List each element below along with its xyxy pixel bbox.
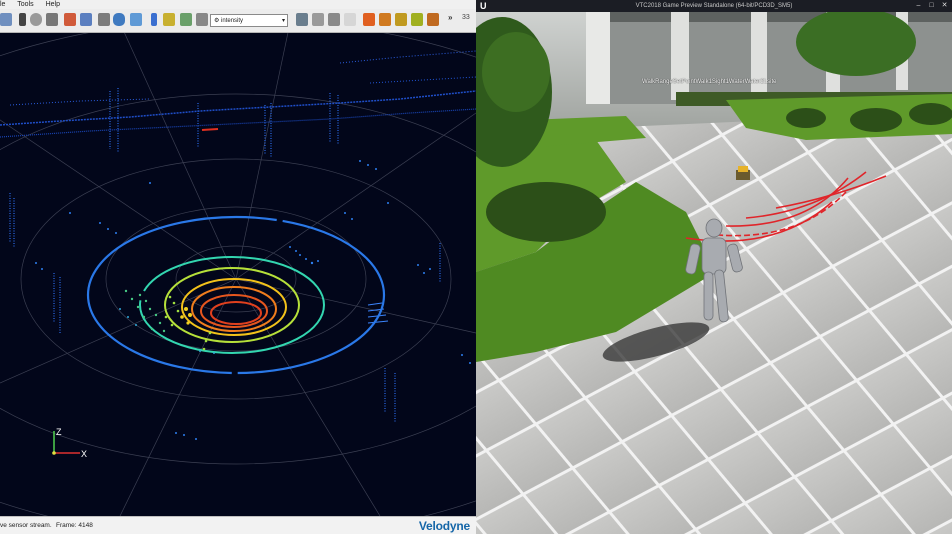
- axis-y-plus-icon[interactable]: [395, 13, 407, 26]
- color-by-select[interactable]: ⚙ intensity ▾: [210, 14, 288, 27]
- blank-icon[interactable]: [344, 13, 356, 26]
- sensor-stream-icon[interactable]: [19, 13, 26, 26]
- view-cube-icon[interactable]: [312, 13, 324, 26]
- menu-help[interactable]: Help: [46, 1, 60, 8]
- toolbar-overflow-icon[interactable]: »: [448, 13, 452, 22]
- python-icon[interactable]: [113, 13, 125, 26]
- open-file-icon[interactable]: [0, 13, 12, 26]
- trail-icon[interactable]: [180, 13, 192, 26]
- axis-y-minus-icon[interactable]: [411, 13, 423, 26]
- chevron-down-icon: ▾: [281, 18, 285, 24]
- maximize-button[interactable]: □: [926, 2, 937, 10]
- point-cloud-viewport[interactable]: Z X: [0, 33, 476, 516]
- title-bar: U VTC2018 Game Preview Standalone (64-bi…: [476, 0, 952, 12]
- point-cloud-render: Z X: [0, 33, 476, 516]
- minimize-button[interactable]: ‒: [913, 2, 924, 10]
- game-scene-render: [476, 8, 952, 534]
- orthographic-icon[interactable]: [328, 13, 340, 26]
- filter-icon[interactable]: [163, 13, 175, 26]
- status-bar: ve sensor stream. Frame: 4148 Velodyne: [0, 516, 476, 534]
- screenshot-icon[interactable]: [130, 13, 142, 26]
- lidar-viewer-window: le Tools Help ⚙ intensity ▾ » 33 Z X ve …: [0, 0, 476, 534]
- game-preview-window: U VTC2018 Game Preview Standalone (64-bi…: [476, 0, 952, 534]
- axis-x-minus-icon[interactable]: [379, 13, 391, 26]
- axis-z-plus-icon[interactable]: [427, 13, 439, 26]
- status-message: ve sensor stream.: [0, 522, 52, 529]
- grid-icon[interactable]: [80, 13, 92, 26]
- measure-icon[interactable]: [46, 13, 58, 26]
- colormap-icon[interactable]: [196, 13, 208, 26]
- color-legend-icon[interactable]: [151, 13, 157, 26]
- debug-overlay-text: WalkRangeSetPointWalk1Sight1WaterWater2L…: [642, 79, 777, 85]
- spreadsheet-icon[interactable]: [64, 13, 76, 26]
- scan-rings: [86, 215, 386, 375]
- table-icon[interactable]: [98, 13, 110, 26]
- robot: [736, 166, 750, 180]
- color-by-glyph: ⚙: [214, 18, 222, 24]
- axis-x-label: X: [81, 449, 87, 459]
- orientation-axes: Z X: [52, 427, 87, 459]
- polar-grid: [0, 33, 476, 516]
- menu-bar: le Tools Help: [0, 0, 476, 9]
- game-viewport[interactable]: WalkRangeSetPointWalk1Sight1WaterWater2L…: [476, 8, 952, 534]
- main-toolbar: ⚙ intensity ▾ » 33: [0, 9, 476, 33]
- menu-file[interactable]: le: [0, 1, 5, 8]
- axis-z-label: Z: [56, 427, 62, 437]
- distant-structures: [0, 50, 476, 440]
- axis-x-plus-icon[interactable]: [363, 13, 375, 26]
- window-title: VTC2018 Game Preview Standalone (64-bit/…: [635, 3, 793, 9]
- reset-camera-icon[interactable]: [296, 13, 308, 26]
- color-by-value: intensity: [221, 18, 244, 24]
- velodyne-logo: Velodyne: [418, 519, 470, 533]
- menu-tools[interactable]: Tools: [17, 1, 33, 8]
- record-icon[interactable]: [30, 13, 42, 26]
- close-button[interactable]: ✕: [939, 2, 950, 10]
- toolbar-extra-label: 33: [462, 14, 470, 21]
- frame-counter: Frame: 4148: [56, 522, 93, 529]
